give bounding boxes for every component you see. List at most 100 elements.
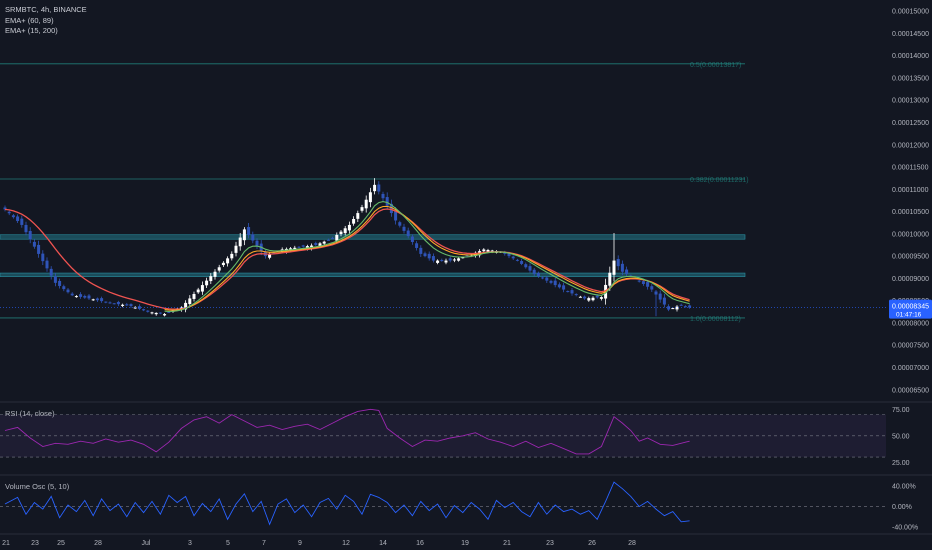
candle-body (112, 303, 116, 305)
candle-body (536, 272, 540, 277)
time-axis-tick: 3 (188, 540, 192, 547)
candle-body (616, 258, 620, 267)
trading-chart-screen: 0.00015000 0.00014500 0.00014000 0.00013500… (0, 0, 932, 550)
candle-body (255, 240, 259, 246)
candle-body (385, 197, 389, 206)
time-axis-tick: Jul (142, 540, 151, 547)
rsi-axis-tick: 50.00 (892, 433, 910, 440)
time-axis-tick: 12 (342, 540, 350, 547)
candle-body (671, 308, 675, 310)
symbol-title[interactable]: SRMBTC, 4h, BINANCE (5, 5, 87, 16)
candle-body (620, 263, 624, 272)
candle-body (234, 245, 238, 253)
candle-body (217, 267, 221, 271)
candle-body (7, 211, 11, 214)
candle-body (196, 289, 200, 293)
price-axis-tick: 0.00008000 (892, 320, 929, 327)
candle-body (553, 280, 557, 286)
candle-body (377, 184, 381, 192)
price-axis-tick: 0.00012000 (892, 142, 929, 149)
candle-body (549, 280, 553, 283)
candle-body (70, 293, 74, 296)
candle-body (331, 237, 335, 239)
candle-body (637, 280, 641, 282)
candle-body (146, 310, 150, 312)
volume-osc-pane-label[interactable]: Volume Osc (5, 10) (5, 482, 69, 491)
time-axis-tick: 23 (31, 540, 39, 547)
candle-body (587, 298, 591, 301)
time-axis-tick: 21 (503, 540, 511, 547)
candle-body (343, 228, 347, 234)
candle-body (646, 282, 650, 287)
candle-body (87, 295, 91, 299)
time-axis-tick: 23 (546, 540, 554, 547)
candle-body (566, 291, 570, 293)
time-axis-tick: 19 (461, 540, 469, 547)
candle-body (314, 243, 318, 245)
price-axis-tick: 0.00015000 (892, 9, 929, 16)
candle-body (667, 306, 671, 310)
price-axis-tick: 0.00006500 (892, 387, 929, 394)
time-axis-tick: 7 (262, 540, 266, 547)
ema-indicator-label-1[interactable]: EMA+ (60, 89) (5, 16, 87, 27)
sr-zone (0, 234, 746, 240)
candle-body (364, 199, 368, 209)
candle-body (37, 244, 41, 254)
candle-body (511, 256, 515, 259)
candle-body (557, 284, 561, 288)
candle-body (297, 246, 301, 248)
candle-body (230, 253, 234, 259)
candle-body (66, 289, 70, 293)
price-axis-tick: 0.00013000 (892, 98, 929, 105)
candle-body (515, 259, 519, 261)
candle-body (599, 297, 603, 299)
candle-body (583, 296, 587, 299)
candle-body (675, 306, 679, 310)
candle-body (347, 224, 351, 231)
price-axis-tick: 0.00007000 (892, 365, 929, 372)
candle-body (83, 295, 87, 298)
fib-level-label: 0.5(0.00013817) (690, 62, 741, 69)
candle-body (200, 285, 204, 292)
candle-body (247, 227, 251, 235)
candle-body (427, 253, 431, 259)
rsi-axis-tick: 75.00 (892, 407, 910, 414)
candle-body (650, 286, 654, 290)
price-axis-tick: 0.00011000 (892, 187, 929, 194)
candle-body (641, 281, 645, 284)
candle-body (406, 230, 410, 237)
price-axis-tick: 0.00009500 (892, 254, 929, 261)
candle-body (238, 237, 242, 247)
candle-body (41, 253, 45, 262)
candle-body (104, 301, 108, 303)
rsi-pane-label[interactable]: RSI (14, close) (5, 409, 55, 418)
candle-body (91, 299, 95, 301)
candle-body (16, 216, 20, 222)
chart-canvas[interactable]: 0.00015000 0.00014500 0.00014000 0.00013500… (0, 0, 932, 550)
candle-body (528, 266, 532, 271)
candle-body (79, 294, 83, 297)
candle-body (457, 258, 461, 261)
candle-body (356, 213, 360, 219)
candle-body (167, 312, 171, 314)
vosc-axis-tick: 0.00% (892, 504, 912, 511)
candle-body (625, 269, 629, 274)
price-axis-tick: 0.00007500 (892, 343, 929, 350)
candle-body (410, 236, 414, 243)
candle-body (368, 192, 372, 203)
candle-body (524, 264, 528, 268)
candle-body (339, 231, 343, 235)
chart-legend: SRMBTC, 4h, BINANCE EMA+ (60, 89) EMA+ (… (5, 5, 87, 37)
candle-body (129, 304, 133, 307)
time-axis-tick: 14 (379, 540, 387, 547)
ema-indicator-label-2[interactable]: EMA+ (15, 200) (5, 26, 87, 37)
candle-body (360, 207, 364, 211)
candle-body (11, 215, 15, 218)
price-axis-tick: 0.00014500 (892, 31, 929, 38)
time-axis-tick: 28 (628, 540, 636, 547)
candle-body (163, 314, 167, 316)
price-axis-tick: 0.00011500 (892, 165, 929, 172)
candle-body (58, 280, 62, 286)
candle-body (482, 249, 486, 252)
candle-body (268, 254, 272, 258)
